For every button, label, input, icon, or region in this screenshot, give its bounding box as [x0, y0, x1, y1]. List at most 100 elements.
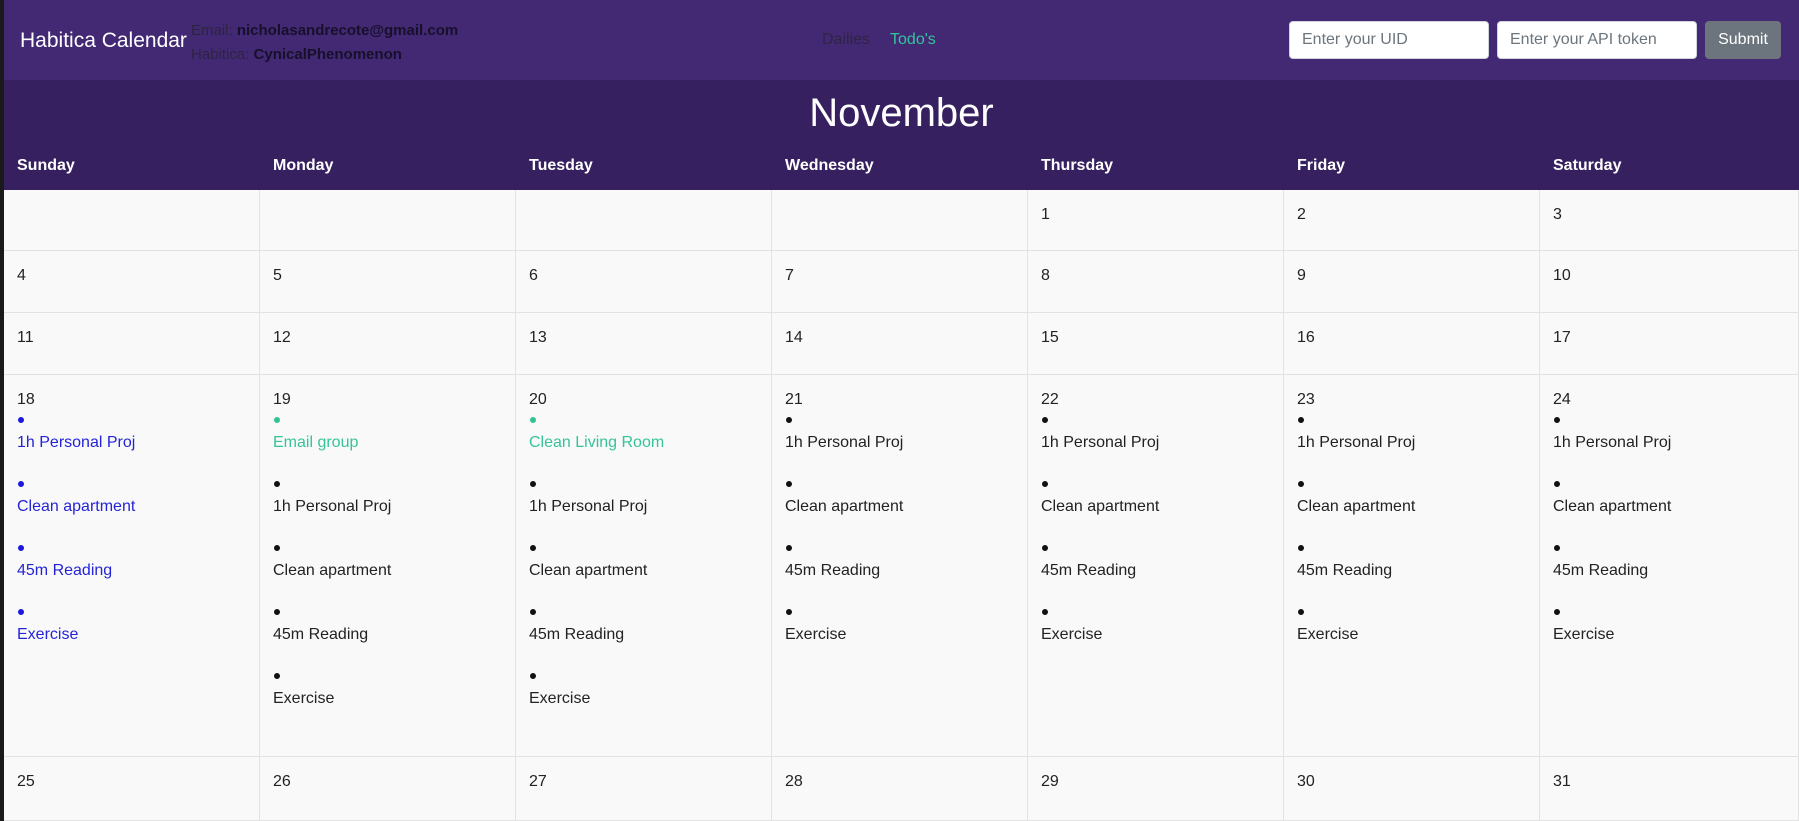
day-cell[interactable]: 22 1h Personal Proj Clean apartment 45m Rea… — [1028, 375, 1284, 757]
day-cell[interactable]: 8 — [1028, 251, 1284, 313]
bullet-icon — [1042, 609, 1048, 615]
weekday-wednesday: Wednesday — [785, 157, 874, 174]
task-label: Exercise — [1297, 626, 1359, 643]
day-number: 7 — [785, 267, 794, 284]
habitica-line: Habitica: CynicalPhenomenon — [191, 43, 458, 67]
day-cell[interactable]: 14 — [772, 313, 1028, 375]
bullet-icon — [786, 417, 792, 423]
calendar-header: November Sunday Monday Tuesday Wednesday… — [4, 80, 1799, 190]
day-cell[interactable]: 20 Clean Living Room 1h Personal Proj Clean… — [516, 375, 772, 757]
app-brand[interactable]: Habitica Calendar — [20, 29, 187, 53]
weekday-saturday: Saturday — [1553, 157, 1622, 174]
task-label: 45m Reading — [1297, 562, 1393, 579]
day-cell[interactable]: 7 — [772, 251, 1028, 313]
nav-link-todos[interactable]: Todo's — [890, 31, 936, 48]
day-cell[interactable]: 13 — [516, 313, 772, 375]
task-label: Exercise — [273, 690, 335, 707]
day-cell[interactable]: 15 — [1028, 313, 1284, 375]
uid-input[interactable] — [1289, 21, 1489, 59]
day-cell[interactable]: 28 — [772, 757, 1028, 821]
day-cell[interactable] — [772, 190, 1028, 251]
day-cell[interactable]: 30 — [1284, 757, 1540, 821]
day-number: 18 — [17, 391, 35, 408]
day-number: 29 — [1041, 773, 1059, 790]
day-cell[interactable]: 11 — [4, 313, 260, 375]
task-label: 45m Reading — [1041, 562, 1137, 579]
bullet-icon — [530, 417, 536, 423]
day-cell[interactable]: 31 — [1540, 757, 1799, 821]
email-value: nicholasandrecote@gmail.com — [236, 22, 459, 39]
day-cell[interactable]: 27 — [516, 757, 772, 821]
task-label: Exercise — [17, 626, 79, 643]
day-cell[interactable]: 24 1h Personal Proj Clean apartment 45m Rea… — [1540, 375, 1799, 757]
habitica-label: Habitica: — [191, 46, 254, 63]
task-label: 1h Personal Proj — [1041, 434, 1160, 451]
task-label: Clean apartment — [785, 498, 904, 515]
day-cell[interactable]: 6 — [516, 251, 772, 313]
weekday-sunday: Sunday — [17, 157, 75, 174]
bullet-icon — [1298, 545, 1304, 551]
day-number: 11 — [17, 329, 34, 346]
bullet-icon — [786, 609, 792, 615]
task-label: Clean apartment — [273, 562, 392, 579]
day-cell[interactable]: 12 — [260, 313, 516, 375]
task-label: 45m Reading — [1553, 562, 1649, 579]
day-cell[interactable]: 2 — [1284, 190, 1540, 251]
bullet-icon — [18, 417, 24, 423]
day-number: 21 — [785, 391, 803, 408]
day-number: 6 — [529, 267, 538, 284]
day-cell[interactable] — [260, 190, 516, 251]
day-cell[interactable]: 16 — [1284, 313, 1540, 375]
task-label: 1h Personal Proj — [529, 498, 648, 515]
nav-link-dailies[interactable]: Dailies — [822, 31, 870, 48]
day-number: 31 — [1553, 773, 1571, 790]
weekday-tuesday: Tuesday — [529, 157, 593, 174]
api-token-input[interactable] — [1497, 21, 1697, 59]
bullet-icon — [274, 673, 280, 679]
account-info: Email: nicholasandrecote@gmail.com Habit… — [191, 19, 458, 67]
weekday-friday: Friday — [1297, 157, 1346, 174]
day-cell[interactable]: 18 1h Personal Proj Clean apartment 45m Rea… — [4, 375, 260, 757]
day-number: 22 — [1041, 391, 1059, 408]
day-number: 26 — [273, 773, 291, 790]
bullet-icon — [530, 545, 536, 551]
bullet-icon — [1298, 609, 1304, 615]
day-number: 27 — [529, 773, 547, 790]
day-cell[interactable]: 26 — [260, 757, 516, 821]
day-cell[interactable] — [516, 190, 772, 251]
bullet-icon — [530, 609, 536, 615]
bullet-icon — [274, 417, 280, 423]
task-label: Clean Living Room — [529, 434, 665, 451]
task-label: Clean apartment — [1297, 498, 1416, 515]
day-cell[interactable]: 10 — [1540, 251, 1799, 313]
task-label: Exercise — [785, 626, 847, 643]
day-number: 23 — [1297, 391, 1315, 408]
day-cell[interactable]: 17 — [1540, 313, 1799, 375]
day-cell[interactable]: 19 Email group 1h Personal Proj Clean apart… — [260, 375, 516, 757]
task-label: Email group — [273, 434, 359, 451]
day-cell[interactable]: 29 — [1028, 757, 1284, 821]
day-cell[interactable]: 4 — [4, 251, 260, 313]
day-cell[interactable]: 3 — [1540, 190, 1799, 251]
day-cell[interactable]: 9 — [1284, 251, 1540, 313]
day-cell[interactable]: 25 — [4, 757, 260, 821]
task-label: 1h Personal Proj — [1297, 434, 1416, 451]
day-number: 15 — [1041, 329, 1059, 346]
bullet-icon — [274, 481, 280, 487]
day-number: 13 — [529, 329, 547, 346]
submit-button[interactable]: Submit — [1705, 21, 1781, 59]
day-cell[interactable]: 1 — [1028, 190, 1284, 251]
day-cell[interactable] — [4, 190, 260, 251]
bullet-icon — [1042, 417, 1048, 423]
task-label: Clean apartment — [529, 562, 648, 579]
bullet-icon — [18, 481, 24, 487]
bullet-icon — [530, 673, 536, 679]
day-cell[interactable]: 21 1h Personal Proj Clean apartment 45m Rea… — [772, 375, 1028, 757]
bullet-icon — [1042, 545, 1048, 551]
task-label: 1h Personal Proj — [785, 434, 904, 451]
day-number: 3 — [1553, 206, 1562, 223]
day-cell[interactable]: 23 1h Personal Proj Clean apartment 45m Rea… — [1284, 375, 1540, 757]
bullet-icon — [1554, 545, 1560, 551]
day-cell[interactable]: 5 — [260, 251, 516, 313]
task-label: 45m Reading — [273, 626, 369, 643]
